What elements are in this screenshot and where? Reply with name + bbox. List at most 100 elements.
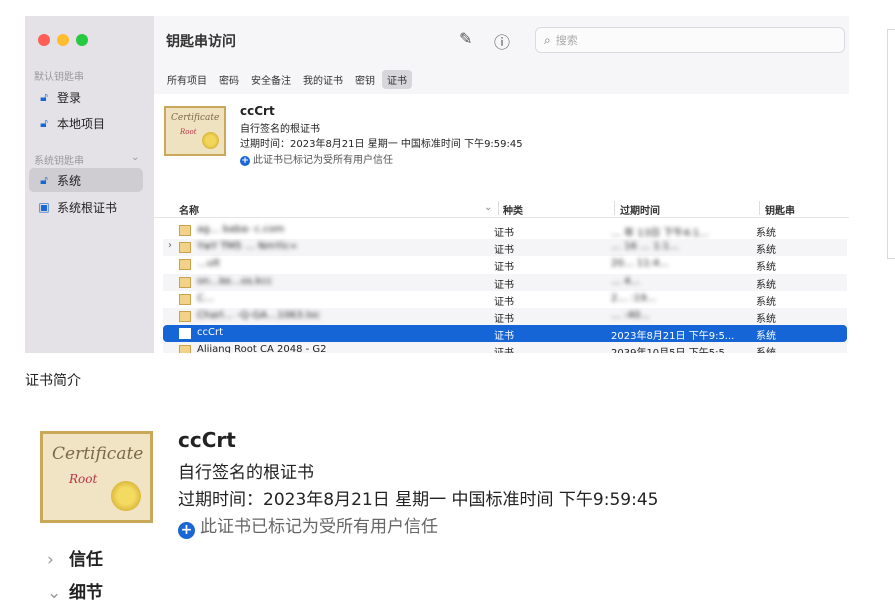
certificate-row-icon <box>179 276 191 288</box>
detail-name: ccCrt <box>178 428 236 452</box>
cell-keychain: 系统 <box>756 314 776 325</box>
cell-expires: … 年 13日 下午4:1... <box>611 228 709 239</box>
search-placeholder: 搜索 <box>555 34 578 47</box>
cell-expires: … 4... <box>611 275 641 287</box>
tab-secure-notes[interactable]: 安全备注 <box>246 70 296 89</box>
tab-my-certificates[interactable]: 我的证书 <box>298 70 348 89</box>
cell-expires: … 16 … 1:1... <box>611 241 679 253</box>
summary-trust: + 此证书已标记为受所有用户信任 <box>240 151 393 166</box>
table-row[interactable]: on…ke…os.kcc 证书 … 4... 系统 <box>163 273 847 291</box>
cell-name: …ult <box>197 258 221 270</box>
certificate-row-icon <box>179 311 191 322</box>
column-divider <box>614 201 615 215</box>
cell-keychain: 系统 <box>756 296 776 308</box>
certificate-row-icon <box>179 293 191 305</box>
summary-name: ccCrt <box>240 104 275 118</box>
certificate-icon-text: Certificate <box>52 444 144 464</box>
table-row[interactable]: Aliiang Root CA 2048 - G2 证书 2039年10月5日 下午… <box>163 342 847 353</box>
cell-keychain: 系统 <box>756 344 836 353</box>
cell-name: Charl… -Q-GA…1063.loc <box>197 310 321 321</box>
table-row[interactable]: › YwY TM5 … NmYic= 证书 … 16 … 1:1... 系统 <box>163 239 847 257</box>
seal-icon <box>111 481 141 511</box>
sidebar-item-label: 系统根证书 <box>57 200 118 215</box>
cell-expires: 2039年10月5日 下午5:5... <box>611 344 749 353</box>
column-kind[interactable]: 种类 <box>503 202 523 217</box>
zoom-window-button[interactable] <box>76 34 88 46</box>
certificate-row-icon <box>179 345 191 353</box>
cell-kind: 证书 <box>494 245 514 257</box>
tab-certificates[interactable]: 证书 <box>382 69 412 89</box>
column-divider <box>759 201 760 215</box>
cell-expires: 2023年8月21日 下午9:5... <box>611 331 735 343</box>
column-expires[interactable]: 过期时间 <box>620 202 660 217</box>
cell-keychain: 系统 <box>756 331 776 343</box>
detail-trust-text: 此证书已标记为受所有用户信任 <box>200 517 438 537</box>
minimize-window-button[interactable] <box>57 34 69 46</box>
toolbar: 钥匙串访问 ✎ ⓘ ⌕ 搜索 <box>154 16 849 64</box>
chevron-down-icon: ⌄ <box>47 583 62 603</box>
certificate-icon-subtext: Root <box>69 472 98 486</box>
cell-name: ag… baba- c.com <box>197 224 285 235</box>
chevron-down-icon[interactable]: ⌄ <box>131 152 139 163</box>
cell-kind: 证书 <box>494 296 514 308</box>
sidebar-item-local-items[interactable]: 🔓︎ 本地项目 <box>29 111 143 135</box>
info-icon[interactable]: ⓘ <box>494 29 510 53</box>
cell-kind: 证书 <box>494 314 514 325</box>
certificate-icon-text: Certificate <box>171 113 220 123</box>
sidebar-item-system[interactable]: 🔓︎ 系统 <box>29 168 143 192</box>
details-disclosure[interactable]: ⌄ 细节 <box>47 578 103 603</box>
plus-icon: + <box>240 156 250 166</box>
column-keychain[interactable]: 钥匙串 <box>765 202 795 217</box>
sidebar-item-label: 登录 <box>57 90 82 105</box>
traffic-lights <box>38 34 88 46</box>
sidebar-item-login[interactable]: 🔓︎ 登录 <box>29 85 143 109</box>
details-label: 细节 <box>69 583 103 603</box>
certificate-icon: Certificate Root <box>164 106 226 156</box>
section-system-keychains: 系统钥匙串 <box>34 156 84 167</box>
certificate-icon-subtext: Root <box>180 128 197 136</box>
tab-keys[interactable]: 密钥 <box>350 70 380 89</box>
chevron-right-icon[interactable]: › <box>168 240 172 251</box>
table-row[interactable]: ccCrt 证书 2023年8月21日 下午9:5... 系统 <box>163 325 847 343</box>
plus-icon: + <box>178 522 195 539</box>
cell-expires: … :40... <box>611 310 650 321</box>
cell-keychain: 系统 <box>756 228 776 239</box>
cell-name: Aliiang Root CA 2048 - G2 <box>197 344 327 353</box>
keychain-window: 默认钥匙串 🔓︎ 登录 🔓︎ 本地项目 系统钥匙串 ⌄ 🔓︎ 系统 ▣ 系统根证… <box>25 16 849 353</box>
close-window-button[interactable] <box>38 34 50 46</box>
window-title: 钥匙串访问 <box>166 34 236 50</box>
caption: 证书简介 <box>25 373 81 389</box>
tab-passwords[interactable]: 密码 <box>214 70 244 89</box>
table-header: 名称 ⌄ 种类 过期时间 钥匙串 <box>154 198 849 218</box>
trust-label: 信任 <box>69 550 103 570</box>
cabinet-icon: ▣ <box>38 200 50 214</box>
table-row[interactable]: ag… baba- c.com 证书 … 年 13日 下午4:1... 系统 <box>163 222 847 239</box>
table-row[interactable]: C… 证书 2… :19... 系统 <box>163 291 847 308</box>
chevron-right-icon: › <box>47 550 54 570</box>
certificate-row-icon <box>179 225 191 236</box>
lock-open-icon: 🔓︎ <box>40 172 48 187</box>
summary-expiry: 过期时间：2023年8月21日 星期一 中国标准时间 下午9:59:45 <box>240 139 523 150</box>
trust-disclosure[interactable]: › 信任 <box>47 545 103 570</box>
cell-kind: 证书 <box>494 344 594 353</box>
category-tabs: 所有项目 密码 安全备注 我的证书 密钥 证书 <box>154 64 849 94</box>
side-panel-edge <box>887 29 895 259</box>
compose-icon[interactable]: ✎ <box>459 29 472 48</box>
certificate-icon-large: Certificate Root <box>40 431 153 523</box>
cell-name: ccCrt <box>197 327 224 339</box>
tab-all-items[interactable]: 所有项目 <box>162 70 212 89</box>
column-divider <box>498 201 499 215</box>
sidebar-item-system-roots[interactable]: ▣ 系统根证书 <box>29 195 143 219</box>
search-input[interactable]: ⌕ 搜索 <box>535 27 845 53</box>
cell-kind: 证书 <box>494 228 514 239</box>
sort-chevron-icon[interactable]: ⌄ <box>484 202 492 213</box>
main-pane: 钥匙串访问 ✎ ⓘ ⌕ 搜索 所有项目 密码 安全备注 我的证书 密钥 证书 C… <box>154 16 849 353</box>
cell-name: YwY TM5 … NmYic= <box>197 241 298 253</box>
lock-open-icon: 🔓︎ <box>40 115 48 130</box>
column-name[interactable]: 名称 <box>179 202 199 217</box>
sidebar: 默认钥匙串 🔓︎ 登录 🔓︎ 本地项目 系统钥匙串 ⌄ 🔓︎ 系统 ▣ 系统根证… <box>25 16 154 353</box>
certificate-row-icon <box>179 259 191 271</box>
certificate-row-icon <box>179 328 191 340</box>
table-row[interactable]: Charl… -Q-GA…1063.loc 证书 … :40... 系统 <box>163 308 847 325</box>
table-row[interactable]: …ult 证书 20… 11:4... 系统 <box>163 256 847 273</box>
